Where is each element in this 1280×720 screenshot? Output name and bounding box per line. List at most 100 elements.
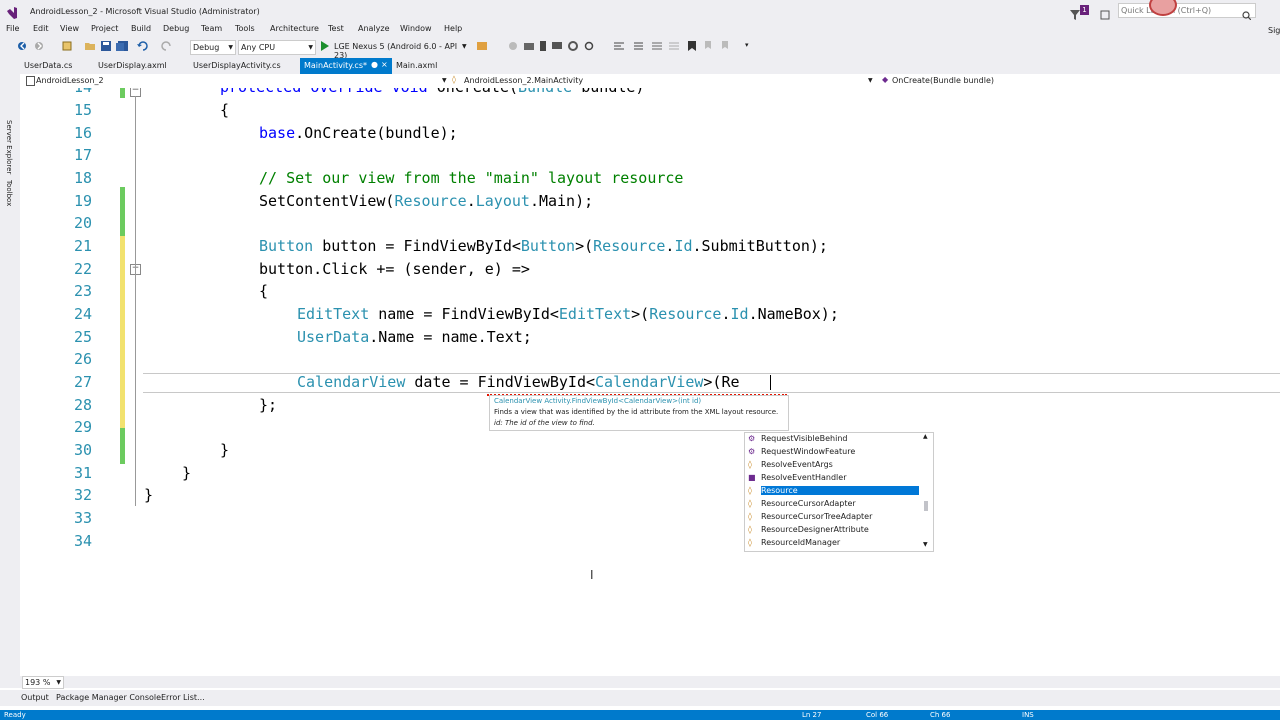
code-line: UserData.Name = name.Text; [297, 328, 532, 346]
zoom-select[interactable]: 193 % ▼ [22, 676, 64, 689]
feedback-icon[interactable] [1100, 5, 1110, 20]
format-icon[interactable] [614, 41, 626, 53]
scroll-thumb[interactable] [924, 501, 928, 511]
tab-output[interactable]: Output [21, 693, 49, 702]
tab-userdisplayactivity[interactable]: UserDisplayActivity.cs [193, 61, 281, 70]
method-icon: ⚙ [748, 447, 756, 456]
line-number: 20 [73, 214, 92, 232]
settings-icon[interactable] [568, 41, 578, 53]
class-icon: ◊ [748, 460, 752, 469]
scroll-up-icon[interactable]: ▲ [923, 433, 928, 440]
menu-view[interactable]: View [60, 24, 79, 33]
back-icon[interactable] [17, 41, 29, 53]
tab-package-manager-console[interactable]: Package Manager Console [56, 693, 161, 702]
pin-icon[interactable]: ● [371, 60, 378, 69]
completion-item[interactable]: ⚙ RequestWindowFeature [745, 446, 920, 459]
tab-userdisplay-axml[interactable]: UserDisplay.axml [98, 61, 167, 70]
tab-error-list[interactable]: Error List... [161, 693, 205, 702]
editor-zoom-bar: 193 % ▼ [20, 676, 1280, 689]
code-line: Button button = FindViewById<Button>(Res… [259, 237, 828, 255]
completion-scrollbar[interactable]: ▲ ▼ [922, 433, 930, 549]
completion-item[interactable]: ⚙ RequestVisibleBehind [745, 433, 920, 446]
solution-config-select[interactable]: Debug ▼ [190, 40, 236, 55]
toolbar-overflow-icon[interactable]: ▾ [745, 41, 749, 49]
class-dropdown[interactable]: ◊ AndroidLesson_2.MainActivity ▼ [450, 74, 874, 87]
project-dropdown[interactable]: AndroidLesson_2 ▼ [24, 74, 447, 87]
indent-icon[interactable] [631, 41, 643, 53]
class-icon: ◊ [748, 499, 752, 508]
completion-item-selected[interactable]: ◊ Resource [745, 485, 920, 498]
change-marker-saved [120, 88, 125, 98]
refresh-icon[interactable] [584, 41, 594, 53]
line-number: 30 [73, 441, 92, 459]
side-tab-server-explorer[interactable]: Server Explorer [5, 120, 13, 174]
completion-item[interactable]: ◊ ResourceDesignerAttribute [745, 524, 920, 537]
text-caret [770, 375, 771, 390]
quick-launch-input[interactable]: Quick Launch (Ctrl+Q) [1118, 3, 1256, 21]
device-manager-icon[interactable] [476, 41, 488, 53]
bookmark-next-icon[interactable] [722, 41, 732, 53]
uncomment-icon[interactable] [669, 41, 679, 53]
stop-icon[interactable] [508, 41, 518, 53]
tooltip-description: Finds a view that was identified by the … [494, 408, 779, 416]
camera-icon[interactable] [524, 41, 534, 53]
completion-item[interactable]: ◊ ResourceCursorTreeAdapter [745, 511, 920, 524]
redo-icon[interactable] [160, 41, 172, 53]
close-icon[interactable]: × [381, 60, 388, 69]
device-icon[interactable] [538, 41, 548, 53]
menu-build[interactable]: Build [131, 24, 151, 33]
undo-icon[interactable] [137, 41, 149, 53]
screen-icon[interactable] [552, 41, 562, 53]
class-dropdown-label: AndroidLesson_2.MainActivity [464, 76, 584, 85]
open-file-icon[interactable] [84, 41, 96, 53]
forward-icon[interactable] [34, 41, 46, 53]
scroll-down-icon[interactable]: ▼ [923, 541, 928, 548]
new-project-icon[interactable] [62, 41, 74, 53]
line-number: 24 [73, 305, 92, 323]
side-tab-toolbox[interactable]: Toolbox [5, 180, 13, 206]
menu-project[interactable]: Project [91, 24, 118, 33]
completion-item[interactable]: ◊ ResolveEventArgs [745, 459, 920, 472]
code-editor[interactable]: − − 14 15 16 17 18 19 20 21 22 23 24 25 … [20, 88, 1280, 674]
comment-icon[interactable] [652, 41, 662, 53]
signin-label[interactable]: Sig [1268, 26, 1280, 35]
menu-tools[interactable]: Tools [235, 24, 255, 33]
menu-analyze[interactable]: Analyze [358, 24, 390, 33]
class-icon: ◊ [748, 512, 752, 521]
tab-mainactivity-active[interactable]: MainActivity.cs* ● × [300, 58, 392, 74]
method-icon: ⚙ [748, 434, 756, 443]
menu-bar: File Edit View Project Build Debug Team … [0, 21, 1280, 37]
save-icon[interactable] [101, 41, 111, 53]
filter-icon[interactable] [1070, 5, 1080, 20]
line-number: 28 [73, 396, 92, 414]
menu-test[interactable]: Test [328, 24, 344, 33]
notification-badge[interactable]: 1 [1080, 5, 1089, 15]
bookmark-icon[interactable] [688, 41, 696, 53]
status-ready: Ready [4, 711, 26, 719]
completion-item[interactable]: ■ ResolveEventHandler [745, 472, 920, 485]
line-number: 14 [20, 88, 92, 96]
menu-edit[interactable]: Edit [33, 24, 49, 33]
line-number: 19 [73, 192, 92, 210]
tooltip-signature: CalendarView Activity.FindViewById<Calen… [494, 397, 702, 405]
completion-item[interactable]: ◊ ResourceCursorAdapter [745, 498, 920, 511]
change-marker-saved [120, 187, 125, 236]
tab-mainactivity-label: MainActivity.cs* [304, 61, 367, 70]
completion-item[interactable]: ◊ ResourceIdManager [745, 537, 920, 550]
menu-debug[interactable]: Debug [163, 24, 189, 33]
member-dropdown[interactable]: ◆ OnCreate(Bundle bundle) [880, 74, 1280, 87]
bookmark-prev-icon[interactable] [705, 41, 715, 53]
menu-team[interactable]: Team [201, 24, 222, 33]
menu-architecture[interactable]: Architecture [270, 24, 319, 33]
menu-help[interactable]: Help [444, 24, 462, 33]
menu-file[interactable]: File [6, 24, 19, 33]
tab-main-axml[interactable]: Main.axml [396, 61, 437, 70]
run-button[interactable]: LGE Nexus 5 (Android 6.0 - API 23) ▼ [320, 40, 470, 60]
code-line: EditText name = FindViewById<EditText>(R… [297, 305, 839, 323]
save-all-icon[interactable] [116, 41, 128, 53]
class-icon: ◊ [748, 525, 752, 534]
menu-window[interactable]: Window [400, 24, 432, 33]
tab-userdata[interactable]: UserData.cs [24, 61, 72, 70]
intellisense-completion-list[interactable]: ⚙ RequestVisibleBehind ⚙ RequestWindowFeat… [744, 432, 934, 552]
platform-select[interactable]: Any CPU ▼ [238, 40, 316, 55]
